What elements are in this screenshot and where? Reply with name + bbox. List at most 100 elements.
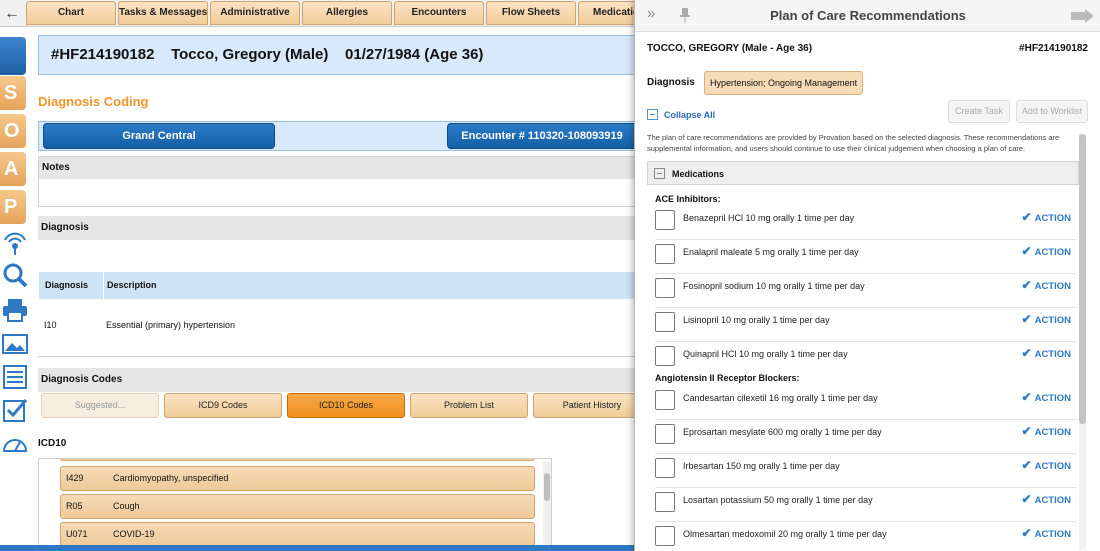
tab-icd10-codes[interactable]: ICD10 Codes [287, 393, 405, 418]
med-checkbox[interactable] [655, 390, 675, 410]
soap-o-button[interactable]: O [0, 114, 26, 148]
grand-central-button[interactable]: Grand Central [43, 123, 275, 149]
menu-icon[interactable] [0, 37, 26, 75]
med-name: Fosinopril sodium 10 mg orally 1 time pe… [683, 281, 865, 291]
med-name: Benazepril HCl 10 mg orally 1 time per d… [683, 213, 855, 223]
patient-header: #HF214190182 Tocco, Gregory (Male) 01/27… [38, 35, 638, 75]
tab-administrative[interactable]: Administrative [210, 1, 300, 25]
med-checkbox[interactable] [655, 526, 675, 546]
icd-description: Cardiomyopathy, unspecified [113, 473, 229, 483]
list-item: Fosinopril sodium 10 mg orally 1 time pe… [655, 274, 1077, 308]
diagnosis-code: I10 [44, 320, 57, 330]
patient-name: TOCCO, GREGORY (Male - Age 36) [647, 43, 813, 54]
collapse-all-control[interactable]: Collapse All [647, 106, 715, 121]
image-gallery-icon[interactable] [2, 331, 28, 357]
plan-panel-title: Plan of Care Recommendations [770, 8, 966, 23]
search-icon[interactable] [2, 262, 28, 288]
med-checkbox[interactable] [655, 492, 675, 512]
icd-code: I429 [66, 473, 84, 483]
checkmark-icon: ✔ [1021, 346, 1032, 360]
med-checkbox[interactable] [655, 244, 675, 264]
action-label: ACTION [1034, 315, 1071, 326]
action-button[interactable]: ✔ ACTION [1022, 278, 1071, 292]
tab-tasks-messages[interactable]: Tasks & Messages [118, 1, 208, 25]
action-button[interactable]: ✔ ACTION [1022, 210, 1071, 224]
action-button[interactable]: ✔ ACTION [1022, 312, 1071, 326]
med-checkbox[interactable] [655, 210, 675, 230]
expand-panel-icon[interactable]: » [647, 5, 655, 22]
soap-a-button[interactable]: A [0, 152, 26, 186]
med-name: Quinapril HCl 10 mg orally 1 time per da… [683, 349, 848, 359]
pin-icon[interactable] [679, 7, 691, 23]
med-name: Olmesartan medoxomil 20 mg orally 1 time… [683, 529, 887, 539]
tab-chart[interactable]: Chart [26, 1, 116, 25]
signal-icon[interactable] [2, 230, 28, 256]
soap-s-button[interactable]: S [0, 76, 26, 110]
med-name: Lisinopril 10 mg orally 1 time per day [683, 315, 830, 325]
collapse-all-link[interactable]: Collapse All [664, 110, 715, 120]
soap-p-button[interactable]: P [0, 190, 26, 224]
plan-scrollbar[interactable] [1079, 134, 1086, 550]
tab-suggested[interactable]: Suggested... [41, 393, 159, 418]
action-button[interactable]: ✔ ACTION [1022, 526, 1071, 540]
action-button[interactable]: ✔ ACTION [1022, 458, 1071, 472]
add-to-worklist-button[interactable]: Add to Worklist [1016, 100, 1088, 123]
back-arrow-icon[interactable]: ← [0, 0, 24, 27]
tab-allergies[interactable]: Allergies [302, 1, 392, 25]
diagnosis-codes-title: Diagnosis Codes [38, 368, 638, 392]
diagnosis-codes-panel: Diagnosis Codes [38, 368, 638, 392]
table-row[interactable]: I10 Essential (primary) hypertension [39, 316, 637, 334]
list-item[interactable] [60, 459, 535, 461]
notes-panel-title: Notes [39, 157, 637, 179]
action-button[interactable]: ✔ ACTION [1022, 244, 1071, 258]
divider [38, 356, 638, 357]
action-button[interactable]: ✔ ACTION [1022, 492, 1071, 506]
list-item[interactable]: R05 Cough [60, 494, 535, 519]
list-item[interactable]: U071 COVID-19 [60, 522, 535, 547]
action-button[interactable]: ✔ ACTION [1022, 390, 1071, 404]
action-label: ACTION [1034, 495, 1071, 506]
list-item: Losartan potassium 50 mg orally 1 time p… [655, 488, 1077, 522]
diagnosis-badge[interactable]: Hypertension; Ongoing Management [704, 71, 864, 95]
diagnosis-label: Diagnosis [647, 77, 695, 88]
medications-section-header[interactable]: Medications [647, 161, 1079, 185]
checklist-icon[interactable] [2, 397, 28, 423]
col-description: Description [107, 280, 157, 290]
action-label: ACTION [1034, 349, 1071, 360]
action-button[interactable]: ✔ ACTION [1022, 424, 1071, 438]
icd-description: Cough [113, 501, 140, 511]
left-rail: S O A P [0, 27, 30, 551]
action-button[interactable]: ✔ ACTION [1022, 346, 1071, 360]
med-checkbox[interactable] [655, 458, 675, 478]
encounter-number-button[interactable]: Encounter # 110320-108093919 [447, 123, 637, 149]
printer-icon[interactable] [2, 297, 28, 323]
checkmark-icon: ✔ [1021, 210, 1032, 224]
icd10-list: I429 Cardiomyopathy, unspecified R05 Cou… [38, 458, 552, 551]
document-list-icon[interactable] [2, 364, 28, 390]
tab-encounters[interactable]: Encounters [394, 1, 484, 25]
create-task-button[interactable]: Create Task [948, 100, 1010, 123]
hide-panel-icon[interactable] [1071, 8, 1095, 24]
group-label-ace: ACE Inhibitors: [655, 194, 721, 204]
icd10-scrollbar[interactable] [543, 461, 551, 550]
med-checkbox[interactable] [655, 346, 675, 366]
checkmark-icon: ✔ [1021, 492, 1032, 506]
tab-icd9-codes[interactable]: ICD9 Codes [164, 393, 282, 418]
scrollbar-thumb[interactable] [1079, 134, 1086, 424]
med-checkbox[interactable] [655, 278, 675, 298]
encounter-nav-strip: Grand Central Encounter # 110320-1080939… [38, 121, 638, 151]
list-item: Eprosartan mesylate 600 mg orally 1 time… [655, 420, 1077, 454]
med-checkbox[interactable] [655, 312, 675, 332]
scrollbar-thumb[interactable] [544, 473, 550, 501]
minus-icon [647, 109, 658, 121]
tab-medications[interactable]: Medications [578, 1, 638, 25]
list-item[interactable]: I429 Cardiomyopathy, unspecified [60, 466, 535, 491]
med-name: Irbesartan 150 mg orally 1 time per day [683, 461, 840, 471]
icd-description: COVID-19 [113, 529, 155, 539]
med-checkbox[interactable] [655, 424, 675, 444]
action-label: ACTION [1034, 213, 1071, 224]
list-item: Enalapril maleate 5 mg orally 1 time per… [655, 240, 1077, 274]
dashboard-gauge-icon[interactable] [2, 431, 28, 457]
tab-problem-list[interactable]: Problem List [410, 393, 528, 418]
tab-flow-sheets[interactable]: Flow Sheets [486, 1, 576, 25]
